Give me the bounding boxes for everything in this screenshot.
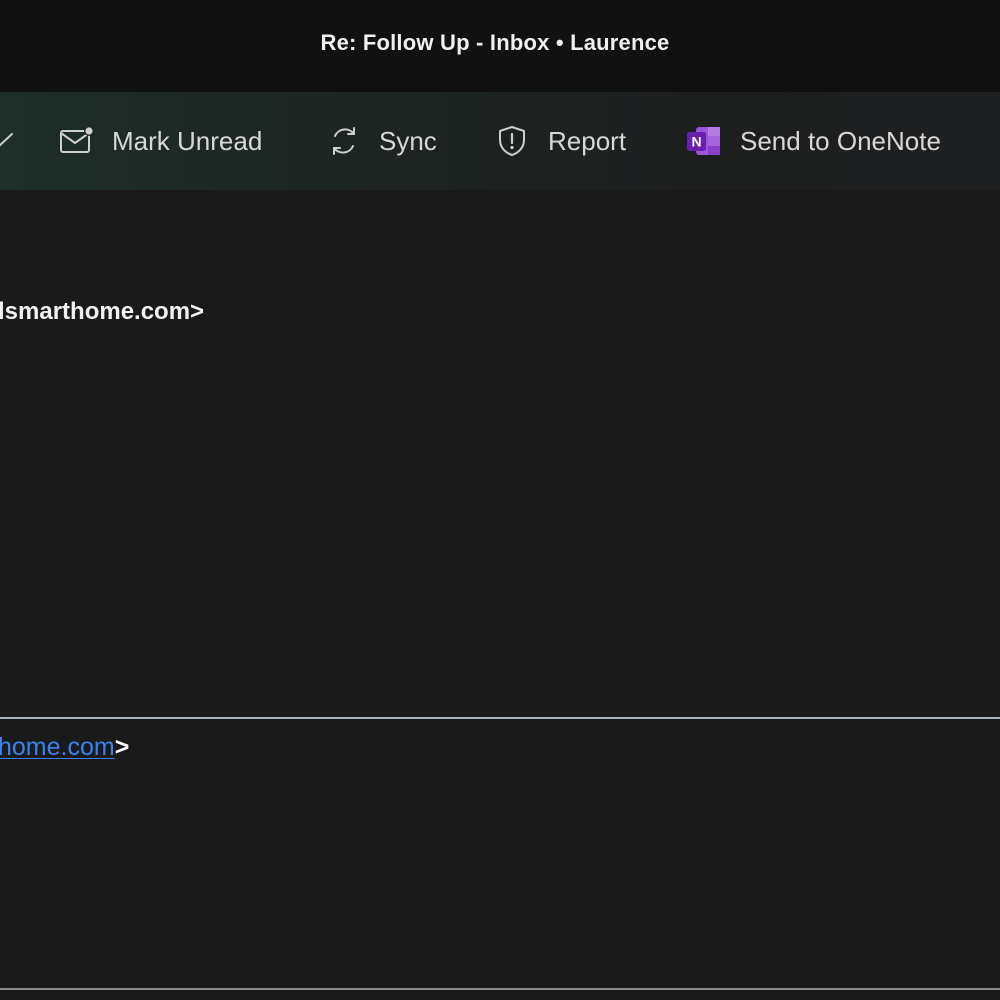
message-reading-pane: lsmarthome.com> home.com> (0, 190, 1000, 1000)
quoted-bracket: > (114, 733, 130, 761)
report-button[interactable]: Report (496, 92, 626, 190)
report-label: Report (548, 125, 627, 156)
quoted-email-link[interactable]: home.com (0, 733, 115, 761)
svg-text:N: N (691, 134, 701, 150)
mark-unread-label: Mark Unread (112, 125, 263, 156)
bottom-divider (0, 988, 1000, 990)
mail-window: Re: Follow Up - Inbox • Laurence Mark Un… (0, 0, 1000, 1000)
send-to-onenote-button[interactable]: N Send to OneNote (686, 92, 941, 190)
check-icon (0, 127, 16, 155)
window-title: Re: Follow Up - Inbox • Laurence (320, 30, 670, 55)
sync-button[interactable]: Sync (327, 92, 437, 190)
quote-divider (0, 717, 1000, 719)
mark-unread-button[interactable]: Mark Unread (58, 92, 262, 190)
sync-icon (327, 124, 361, 158)
sender-address: lsmarthome.com> (0, 298, 205, 325)
sync-label: Sync (379, 125, 437, 156)
envelope-unread-icon (58, 124, 96, 158)
onenote-icon: N (686, 124, 722, 158)
shield-alert-icon (496, 124, 528, 158)
quoted-header-line: home.com> (0, 733, 129, 762)
message-toolbar: Mark Unread Sync Report N Send to OneNot… (0, 92, 1000, 190)
send-to-onenote-label: Send to OneNote (740, 125, 941, 156)
title-bar: Re: Follow Up - Inbox • Laurence (0, 0, 1000, 92)
toolbar-check-button[interactable] (0, 92, 16, 190)
